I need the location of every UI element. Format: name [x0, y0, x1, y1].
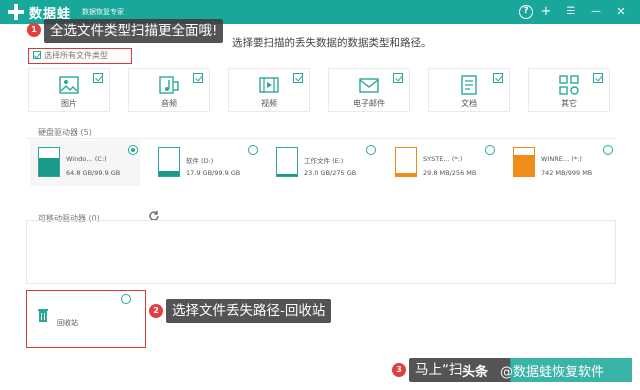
email-icon [359, 78, 379, 93]
file-type-checkbox[interactable] [593, 73, 603, 83]
watermark-right: @数据蛙恢复软件 [500, 365, 605, 380]
checkbox-icon [33, 51, 41, 59]
recycle-bin-option[interactable]: 回收站 [26, 290, 146, 348]
drive-icon [158, 147, 180, 177]
disk-name: 工作文件 (E:) [304, 157, 344, 165]
file-type-label: 文档 [461, 99, 477, 108]
tip-3-badge: 3 [392, 363, 406, 377]
disk-size: 23.0 GB/275 GB [304, 169, 357, 177]
drive-usage-bar [39, 157, 59, 176]
disk-e[interactable]: 工作文件 (E:) 23.0 GB/275 GB [268, 140, 378, 186]
tip-2-text: 选择文件丢失路径-回收站 [166, 299, 332, 323]
tip-1-badge: 1 [27, 23, 41, 37]
instruction-text: 选择要扫描的丢失数据的数据类型和路径。 [232, 37, 432, 49]
disk-size: 29.8 MB/256 MB [423, 169, 477, 177]
tip-3-text: 马上“扫 [409, 358, 511, 382]
file-type-images[interactable]: 图片 [28, 68, 110, 112]
file-type-label: 视频 [261, 99, 277, 108]
disk-name: 软件 (D:) [186, 157, 214, 165]
drive-icon [38, 147, 60, 177]
document-icon [461, 75, 477, 95]
disk-name: Windo… (C:) [66, 155, 107, 163]
disk-c[interactable]: Windo… (C:) 64.8 GB/99.9 GB [30, 140, 140, 186]
disk-size: 17.9 GB/99.9 GB [186, 169, 241, 177]
watermark-left: 头条 [462, 365, 489, 380]
file-type-checkbox[interactable] [293, 73, 303, 83]
app-logo-icon [8, 4, 24, 20]
file-type-label: 音频 [161, 99, 177, 108]
file-type-documents[interactable]: 文档 [428, 68, 510, 112]
image-icon [59, 76, 79, 94]
file-type-label: 电子邮件 [353, 99, 385, 108]
minimize-button[interactable]: — [587, 2, 605, 22]
drive-usage-bar [396, 172, 416, 176]
file-type-checkbox[interactable] [193, 73, 203, 83]
drive-usage-bar [514, 155, 534, 176]
file-type-audio[interactable]: 音频 [128, 68, 210, 112]
file-type-checkbox[interactable] [493, 73, 503, 83]
add-button[interactable]: + [537, 2, 555, 22]
file-type-other[interactable]: 其它 [528, 68, 610, 112]
disk-name: SYSTE… (*:) [423, 155, 463, 163]
file-type-video[interactable]: 视频 [228, 68, 310, 112]
drive-icon [395, 147, 417, 177]
disk-radio[interactable] [128, 145, 138, 155]
disk-system[interactable]: SYSTE… (*:) 29.8 MB/256 MB [387, 140, 497, 186]
removable-drives-panel [26, 220, 616, 284]
disk-name: WINRE… (*:) [541, 155, 582, 163]
recycle-bin-radio[interactable] [121, 294, 131, 304]
select-all-checkbox[interactable]: 选择所有文件类型 [28, 48, 132, 64]
help-button[interactable]: ? [519, 5, 533, 19]
file-type-checkbox[interactable] [93, 73, 103, 83]
tip-1-text: 全选文件类型扫描更全面哦! [44, 19, 224, 43]
other-icon [559, 75, 579, 95]
drive-usage-bar [277, 173, 297, 176]
disk-radio[interactable] [485, 145, 495, 155]
disk-d[interactable]: 软件 (D:) 17.9 GB/99.9 GB [150, 140, 260, 186]
file-type-email[interactable]: 电子邮件 [328, 68, 410, 112]
drive-icon [276, 147, 298, 177]
menu-button[interactable]: ☰ [562, 2, 580, 22]
disk-radio[interactable] [366, 145, 376, 155]
app-subtitle: 数据恢复专家 [82, 8, 124, 16]
tip-2-badge: 2 [149, 304, 163, 318]
video-icon [259, 77, 279, 93]
recycle-bin-label: 回收站 [57, 319, 78, 327]
select-all-label: 选择所有文件类型 [44, 51, 108, 60]
disk-size: 742 MB/999 MB [541, 169, 593, 177]
disk-radio[interactable] [603, 145, 613, 155]
drive-usage-bar [159, 170, 179, 176]
drive-icon [513, 147, 535, 177]
audio-icon [159, 76, 179, 94]
disk-radio[interactable] [248, 145, 258, 155]
file-type-label: 其它 [561, 99, 577, 108]
file-type-label: 图片 [61, 99, 77, 108]
file-type-checkbox[interactable] [393, 73, 403, 83]
disk-winre[interactable]: WINRE… (*:) 742 MB/999 MB [505, 140, 615, 186]
hard-drives-title: 硬盘驱动器 (5) [38, 128, 92, 137]
disk-size: 64.8 GB/99.9 GB [66, 169, 121, 177]
recycle-bin-icon [38, 309, 48, 322]
close-button[interactable]: ✕ [612, 2, 630, 22]
